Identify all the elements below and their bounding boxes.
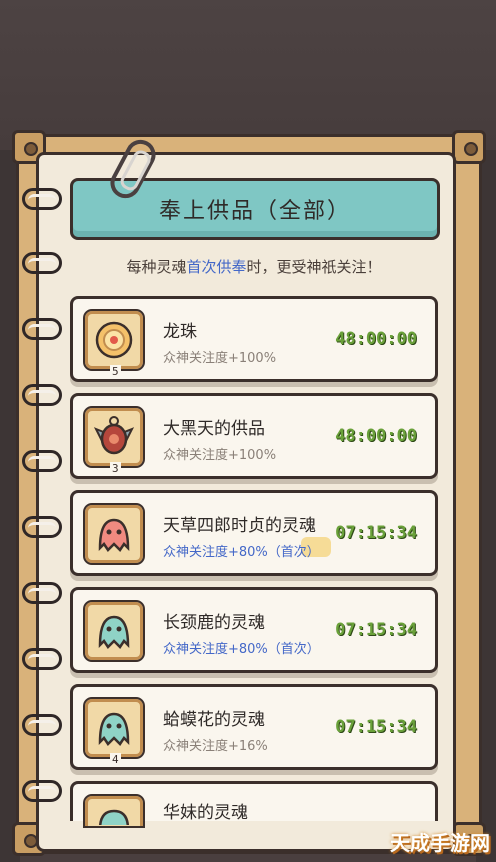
red-ghost-icon <box>98 518 130 552</box>
item-icon-frame: 4 <box>83 697 145 766</box>
item-count-badge: 4 <box>110 753 121 766</box>
item-desc: 众神关注度+80%（首次） <box>163 545 320 560</box>
offering-card-6[interactable]: 华妹的灵魂 <box>70 781 438 831</box>
spiral-ring-icon <box>22 648 62 670</box>
amulet-icon <box>93 416 135 455</box>
offering-card-5[interactable]: 4 蛤蟆花的灵魂 众神关注度+16% 07:15:34 <box>70 684 438 770</box>
spiral-ring-icon <box>22 252 62 274</box>
item-desc: 众神关注度+16% <box>163 739 268 754</box>
item-timer: 07:15:34 <box>335 620 417 640</box>
spiral-ring-icon <box>22 188 62 210</box>
subtitle-prefix: 每种灵魂 <box>126 258 187 276</box>
subtitle-suffix: 时，更受神祇关注！ <box>246 258 382 276</box>
offering-card-1[interactable]: 5 龙珠 众神关注度+100% 48:00:00 <box>70 296 438 382</box>
item-desc: 众神关注度+80%（首次） <box>163 642 320 657</box>
offering-card-4[interactable]: 长颈鹿的灵魂 众神关注度+80%（首次） 07:15:34 <box>70 587 438 673</box>
spiral-ring-icon <box>22 384 62 406</box>
spiral-ring-icon <box>22 318 62 340</box>
dragon-orb-icon <box>95 321 133 359</box>
subtitle-highlight: 首次供奉 <box>186 258 247 276</box>
item-name: 大黑天的供品 <box>163 419 265 439</box>
teal-ghost-icon <box>98 712 130 746</box>
offering-card-2[interactable]: 3 大黑天的供品 众神关注度+100% 48:00:00 <box>70 393 438 479</box>
item-icon-frame: 5 <box>83 309 145 378</box>
item-timer: 07:15:34 <box>335 717 417 737</box>
spiral-ring-icon <box>22 516 62 538</box>
subtitle-hint: 每种灵魂首次供奉时，更受神祇关注！ <box>74 256 434 277</box>
item-timer: 48:00:00 <box>335 329 417 349</box>
item-icon-frame <box>83 600 145 662</box>
spiral-ring-icon <box>22 450 62 472</box>
offering-card-3[interactable]: 天草四郎时贞的灵魂 众神关注度+80%（首次） 07:15:34 <box>70 490 438 576</box>
item-timer: 48:00:00 <box>335 426 417 446</box>
item-name: 蛤蟆花的灵魂 <box>163 710 265 730</box>
item-icon-frame <box>83 503 145 565</box>
teal-ghost-icon <box>98 615 130 649</box>
page-title: 奉上供品（全部） <box>158 199 351 224</box>
item-name: 天草四郎时贞的灵魂 <box>163 516 316 536</box>
watermark-logo: 天成手游网 <box>390 831 490 855</box>
item-count-badge: 5 <box>110 365 121 378</box>
spiral-ring-icon <box>22 714 62 736</box>
item-desc: 众神关注度+100% <box>163 351 277 366</box>
teal-ghost-icon <box>98 809 130 831</box>
frame-corner-top-right <box>452 130 486 164</box>
spiral-ring-icon <box>22 582 62 604</box>
spiral-ring-icon <box>22 780 62 802</box>
item-name: 龙珠 <box>163 322 197 342</box>
item-timer: 07:15:34 <box>335 523 417 543</box>
background-top <box>0 0 496 150</box>
item-icon-frame: 3 <box>83 406 145 475</box>
item-desc: 众神关注度+100% <box>163 448 277 463</box>
item-name: 长颈鹿的灵魂 <box>163 613 265 633</box>
item-count-badge: 3 <box>110 462 121 475</box>
item-icon-frame <box>83 794 145 831</box>
item-name: 华妹的灵魂 <box>163 803 248 823</box>
